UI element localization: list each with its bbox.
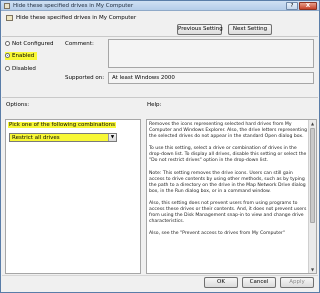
ok-button[interactable]: OK (204, 277, 238, 288)
radio-disabled[interactable]: Disabled (5, 65, 36, 73)
drive-restriction-select[interactable]: Restrict all drives ▼ (9, 133, 117, 142)
apply-button[interactable]: Apply (280, 277, 314, 288)
help-paragraph: To use this setting, select a drive or c… (149, 146, 307, 164)
scroll-thumb[interactable] (310, 128, 315, 223)
help-paragraph: Also, see the "Prevent access to drives … (149, 231, 285, 237)
dialog-window: Hide these specified drives in My Comput… (0, 0, 320, 293)
title-bar[interactable]: Hide these specified drives in My Comput… (1, 1, 319, 11)
radio-circle-icon (5, 66, 10, 71)
close-icon: X (305, 3, 311, 9)
help-panel[interactable]: Removes the icons representing selected … (146, 119, 317, 274)
supported-on-value: At least Windows 2000 (112, 75, 175, 81)
help-paragraph: Removes the icons representing selected … (149, 122, 308, 140)
help-scrollbar[interactable]: ▲ ▼ (308, 120, 316, 273)
help-label: Help: (147, 102, 162, 108)
comment-label: Comment: (65, 41, 94, 47)
radio-circle-icon (5, 41, 10, 46)
options-panel: Pick one of the following combinations R… (5, 119, 141, 274)
setting-title: Hide these specified drives in My Comput… (16, 15, 137, 21)
supported-on-label: Supported on: (65, 75, 105, 81)
radio-not-configured[interactable]: Not Configured (5, 40, 54, 48)
policy-icon (4, 3, 10, 9)
scroll-down-icon[interactable]: ▼ (309, 266, 316, 273)
divider (2, 275, 318, 276)
drive-restriction-value: Restrict all drives (12, 134, 60, 141)
help-icon: ? (290, 3, 294, 9)
drive-combination-prompt: Pick one of the following combinations (8, 122, 116, 128)
help-button[interactable]: ? (286, 2, 298, 10)
divider (2, 97, 318, 98)
setting-icon (6, 15, 13, 21)
next-setting-button[interactable]: Next Setting (228, 24, 272, 35)
help-paragraph: Note: This setting removes the drive ico… (149, 170, 306, 194)
previous-setting-button[interactable]: Previous Setting (177, 24, 223, 35)
options-label: Options: (6, 102, 30, 108)
supported-on-field: At least Windows 2000 (108, 72, 314, 84)
scroll-up-icon[interactable]: ▲ (309, 120, 316, 127)
close-button[interactable]: X (299, 2, 317, 10)
help-text: Removes the icons representing selected … (149, 122, 308, 243)
chevron-down-icon[interactable]: ▼ (108, 134, 116, 141)
comment-input[interactable] (108, 39, 314, 68)
help-paragraph: Also, this setting does not prevent user… (149, 200, 307, 225)
radio-enabled[interactable]: Enabled (5, 52, 38, 60)
divider (2, 36, 318, 37)
window-title: Hide these specified drives in My Comput… (13, 2, 134, 9)
cancel-button[interactable]: Cancel (242, 277, 276, 288)
radio-selected-icon (5, 53, 10, 58)
